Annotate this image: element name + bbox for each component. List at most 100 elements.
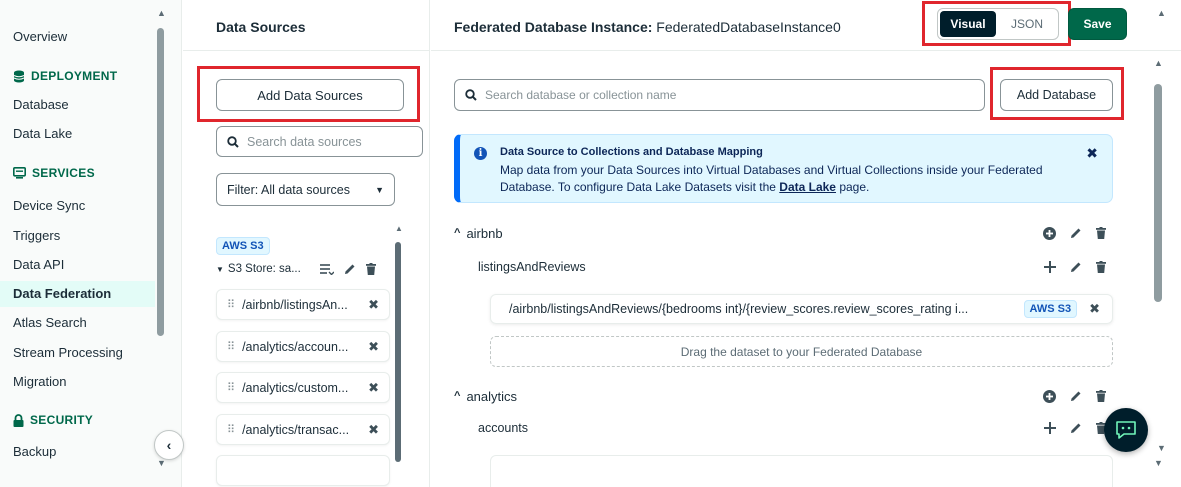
trash-icon[interactable] <box>1096 390 1106 402</box>
database-row[interactable]: ^ airbnb <box>454 223 1114 243</box>
collection-name: listingsAndReviews <box>478 260 586 274</box>
nav-data-api[interactable]: Data API <box>13 257 64 272</box>
json-toggle-option[interactable]: JSON <box>998 17 1056 31</box>
database-search-input[interactable]: Search database or collection name <box>454 79 985 111</box>
view-toggle[interactable]: Visual JSON <box>937 8 1059 40</box>
data-source-item[interactable]: ⠿ /analytics/custom... ✖ <box>216 372 390 403</box>
nav-atlas-search[interactable]: Atlas Search <box>13 315 87 330</box>
chevron-left-icon: ‹ <box>166 437 172 453</box>
collection-row[interactable]: accounts <box>478 418 1114 438</box>
edit-pencil-icon[interactable] <box>344 263 356 275</box>
monitor-icon <box>13 167 26 179</box>
scroll-up-arrow-icon[interactable]: ▲ <box>395 224 403 233</box>
info-banner: i Data Source to Collections and Databas… <box>454 134 1113 203</box>
edit-pencil-icon[interactable] <box>1070 227 1082 239</box>
trash-icon[interactable] <box>366 263 376 275</box>
filter-list-icon[interactable] <box>320 263 334 275</box>
add-circle-icon[interactable] <box>1043 389 1056 403</box>
plus-icon[interactable] <box>1044 261 1056 273</box>
lock-icon <box>13 413 24 427</box>
dataset-drop-zone[interactable]: Drag the dataset to your Federated Datab… <box>490 336 1113 367</box>
nav-data-lake[interactable]: Data Lake <box>13 126 72 141</box>
scroll-up-arrow-icon[interactable]: ▲ <box>157 8 166 18</box>
database-row[interactable]: ^ analytics <box>454 386 1114 406</box>
info-icon: i <box>474 147 487 160</box>
dataset-path: /airbnb/listingsAndReviews/{bedrooms int… <box>509 302 969 316</box>
close-icon[interactable]: ✖ <box>1089 301 1100 317</box>
caret-down-icon[interactable]: ▼ <box>216 265 224 274</box>
close-icon[interactable]: ✖ <box>1086 145 1098 162</box>
drag-handle-icon[interactable]: ⠿ <box>227 381 235 394</box>
s3-store-row[interactable]: ▼ S3 Store: sa... <box>216 263 376 275</box>
drag-handle-icon[interactable]: ⠿ <box>227 340 235 353</box>
banner-title: Data Source to Collections and Database … <box>500 146 763 158</box>
left-nav-scrollbar[interactable] <box>157 28 164 336</box>
data-lake-link[interactable]: Data Lake <box>779 180 836 194</box>
left-nav: Overview DEPLOYMENT Database Data Lake S… <box>0 0 182 487</box>
scroll-up-arrow-icon[interactable]: ▲ <box>1157 8 1166 18</box>
collection-row[interactable]: listingsAndReviews <box>478 257 1114 277</box>
data-sources-title: Data Sources <box>216 19 306 35</box>
data-sources-search-input[interactable]: Search data sources <box>216 126 423 157</box>
data-source-item[interactable]: ⠿ /analytics/transac... ✖ <box>216 414 390 445</box>
nav-migration[interactable]: Migration <box>13 374 66 389</box>
dataset-mapping-card[interactable] <box>490 455 1113 487</box>
search-icon <box>227 135 239 148</box>
data-sources-panel: Data Sources Add Data Sources Search dat… <box>183 0 430 487</box>
data-source-item[interactable] <box>216 455 390 486</box>
nav-section-deployment-label: DEPLOYMENT <box>31 69 118 83</box>
database-name: airbnb <box>466 225 503 241</box>
plus-icon[interactable] <box>1044 422 1056 434</box>
drag-handle-icon[interactable]: ⠿ <box>227 423 235 436</box>
page-title-label: Federated Database Instance: <box>454 19 653 35</box>
close-icon[interactable]: ✖ <box>368 380 379 396</box>
nav-stream-processing[interactable]: Stream Processing <box>13 345 123 360</box>
page-title: Federated Database Instance: FederatedDa… <box>454 19 841 35</box>
data-sources-scrollbar[interactable] <box>395 242 401 462</box>
divider <box>183 50 430 51</box>
chat-assistant-button[interactable] <box>1104 408 1148 452</box>
search-icon <box>465 89 477 101</box>
nav-backup[interactable]: Backup <box>13 444 56 459</box>
nav-database[interactable]: Database <box>13 97 69 112</box>
add-database-button[interactable]: Add Database <box>1000 79 1113 111</box>
add-data-sources-button[interactable]: Add Data Sources <box>216 79 404 111</box>
close-icon[interactable]: ✖ <box>368 297 379 313</box>
close-icon[interactable]: ✖ <box>368 422 379 438</box>
edit-pencil-icon[interactable] <box>1070 261 1082 273</box>
scroll-down-arrow-icon[interactable]: ▼ <box>1154 458 1163 468</box>
trash-icon[interactable] <box>1096 261 1106 273</box>
nav-device-sync[interactable]: Device Sync <box>13 198 85 213</box>
data-sources-filter-select[interactable]: Filter: All data sources ▼ <box>216 173 395 206</box>
edit-pencil-icon[interactable] <box>1070 422 1082 434</box>
chevron-up-icon[interactable]: ^ <box>454 390 460 402</box>
collapse-nav-button[interactable]: ‹ <box>154 430 184 460</box>
scroll-up-arrow-icon[interactable]: ▲ <box>1154 58 1163 68</box>
caret-down-icon: ▼ <box>375 184 384 195</box>
data-source-path: /airbnb/listingsAn... <box>242 297 348 312</box>
edit-pencil-icon[interactable] <box>1070 390 1082 402</box>
drag-handle-icon[interactable]: ⠿ <box>227 298 235 311</box>
chevron-up-icon[interactable]: ^ <box>454 227 460 239</box>
nav-triggers[interactable]: Triggers <box>13 228 60 243</box>
close-icon[interactable]: ✖ <box>368 339 379 355</box>
filter-label: Filter: All data sources <box>227 182 350 197</box>
add-circle-icon[interactable] <box>1043 226 1056 240</box>
nav-data-federation[interactable]: Data Federation <box>0 281 155 307</box>
nav-section-services: SERVICES <box>13 166 95 180</box>
trash-icon[interactable] <box>1096 227 1106 239</box>
nav-section-security: SECURITY <box>13 413 93 427</box>
aws-s3-badge: AWS S3 <box>1023 300 1078 318</box>
dataset-mapping-card[interactable]: /airbnb/listingsAndReviews/{bedrooms int… <box>490 294 1113 324</box>
database-name: analytics <box>466 388 518 404</box>
scroll-down-arrow-icon[interactable]: ▼ <box>1157 443 1166 453</box>
search-placeholder: Search data sources <box>247 134 362 149</box>
save-button[interactable]: Save <box>1068 8 1127 40</box>
banner-text-end: page. <box>839 180 870 194</box>
nav-overview[interactable]: Overview <box>13 29 67 44</box>
s3-store-label: S3 Store: sa... <box>227 263 301 275</box>
data-source-item[interactable]: ⠿ /analytics/accoun... ✖ <box>216 331 390 362</box>
data-source-item[interactable]: ⠿ /airbnb/listingsAn... ✖ <box>216 289 390 320</box>
visual-toggle-option[interactable]: Visual <box>940 11 996 37</box>
main-scrollbar[interactable] <box>1154 84 1162 302</box>
